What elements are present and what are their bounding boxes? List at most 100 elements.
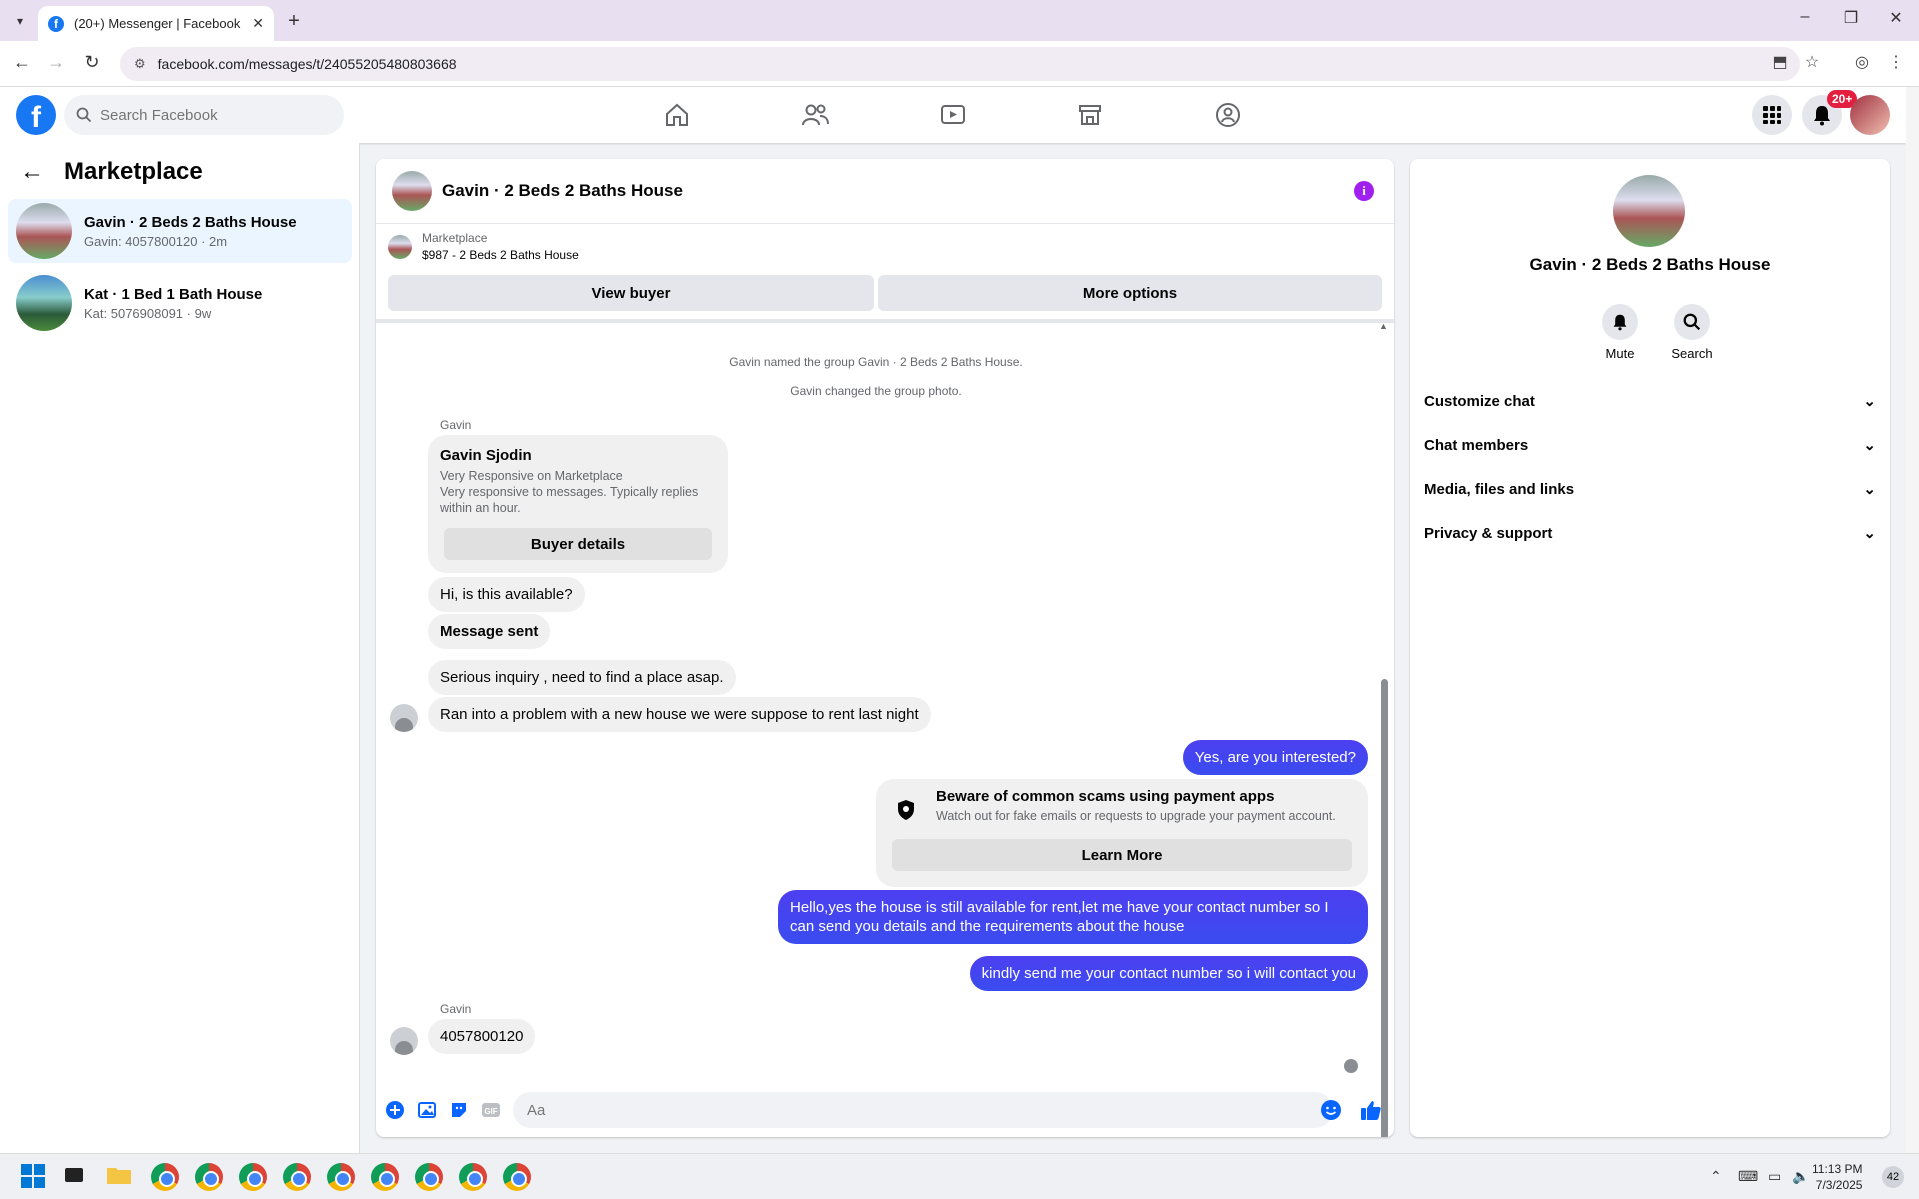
close-tab-icon[interactable]: ✕ [252, 15, 264, 32]
browser-tab-bar: ▾ f (20+) Messenger | Facebook ✕ + – ❐ ✕ [0, 0, 1919, 41]
plus-actions-icon[interactable] [384, 1099, 406, 1121]
site-info-icon[interactable]: ⚙ [134, 56, 146, 72]
chat-title[interactable]: Gavin · 2 Beds 2 Baths House [442, 181, 683, 201]
chrome-icon[interactable] [239, 1163, 267, 1191]
home-icon[interactable] [659, 97, 695, 133]
emoji-icon[interactable] [1320, 1099, 1342, 1121]
close-window-icon[interactable]: ✕ [1884, 8, 1908, 28]
chrome-icon[interactable] [151, 1163, 179, 1191]
message-composer: GIF [376, 1087, 1394, 1137]
tab-search-icon[interactable]: ▾ [8, 9, 32, 33]
install-app-icon[interactable]: ⬒ [1768, 52, 1792, 72]
scroll-up-icon[interactable]: ▲ [1379, 321, 1388, 331]
browser-tab[interactable]: f (20+) Messenger | Facebook ✕ [38, 6, 274, 41]
bookmark-star-icon[interactable]: ☆ [1800, 52, 1824, 72]
mute-action[interactable]: Mute [1590, 304, 1650, 361]
message-bubble: Ran into a problem with a new house we w… [428, 697, 931, 732]
message-bubble: Message sent [428, 614, 551, 649]
section-label: Media, files and links [1424, 480, 1575, 498]
tray-chevron-up-icon[interactable]: ⌃ [1710, 1168, 1722, 1185]
photo-icon[interactable] [416, 1099, 438, 1121]
menu-grid-icon[interactable] [1752, 95, 1792, 135]
chrome-icon-active[interactable] [415, 1163, 443, 1191]
buyer-line1: Very Responsive on Marketplace [440, 469, 623, 483]
scam-title: Beware of common scams using payment app… [936, 788, 1275, 805]
conversation-subtitle: Gavin: 4057800120 · 2m [84, 233, 228, 249]
conversation-item-kat[interactable]: Kat · 1 Bed 1 Bath House Kat: 5076908091… [8, 271, 352, 335]
chrome-icon[interactable] [371, 1163, 399, 1191]
section-label: Chat members [1424, 436, 1529, 454]
friends-icon[interactable] [797, 97, 833, 133]
listing-title[interactable]: $987 - 2 Beds 2 Baths House [422, 248, 579, 262]
section-privacy-support[interactable]: Privacy & support ⌄ [1424, 513, 1876, 553]
omnibox[interactable]: ⚙ facebook.com/messages/t/24055205480803… [120, 47, 1800, 81]
chrome-icon[interactable] [503, 1163, 531, 1191]
section-label: Customize chat [1424, 392, 1535, 410]
sender-avatar[interactable] [390, 1027, 418, 1055]
chat-scrollbar[interactable]: ▲ ▼ [1378, 319, 1390, 1137]
section-chat-members[interactable]: Chat members ⌄ [1424, 425, 1876, 465]
my-message-bubble: Hello,yes the house is still available f… [778, 890, 1368, 944]
search-action[interactable]: Search [1662, 304, 1722, 361]
back-icon[interactable]: ← [10, 52, 34, 73]
account-avatar[interactable] [1850, 95, 1890, 135]
message-bubble: Serious inquiry , need to find a place a… [428, 660, 736, 695]
view-buyer-button[interactable]: View buyer [388, 275, 874, 311]
learn-more-button[interactable]: Learn More [892, 839, 1352, 871]
profile-icon[interactable]: ◎ [1850, 52, 1874, 72]
notification-count-badge[interactable]: 42 [1882, 1166, 1904, 1188]
groups-icon[interactable] [1210, 97, 1246, 133]
sticker-icon[interactable] [448, 1099, 470, 1121]
new-tab-icon[interactable]: + [282, 9, 306, 33]
system-clock[interactable]: 11:13 PM 7/3/2025 [1812, 1161, 1862, 1193]
bell-icon[interactable] [1602, 304, 1638, 340]
page-scrollbar[interactable] [1906, 87, 1919, 1153]
mute-label: Mute [1605, 346, 1635, 361]
search-label: Search [1671, 346, 1713, 361]
chrome-icon[interactable] [459, 1163, 487, 1191]
buyer-details-button[interactable]: Buyer details [444, 528, 712, 560]
chrome-icon[interactable] [195, 1163, 223, 1191]
keyboard-icon[interactable]: ⌨ [1738, 1168, 1758, 1185]
chat-header: Gavin · 2 Beds 2 Baths House i [376, 159, 1394, 224]
minimize-icon[interactable]: – [1793, 8, 1817, 26]
volume-icon[interactable]: 🔈 [1792, 1168, 1809, 1185]
file-explorer-icon[interactable] [106, 1163, 134, 1191]
chevron-down-icon: ⌄ [1863, 393, 1876, 410]
conversation-title: Gavin · 2 Beds 2 Baths House [84, 213, 297, 231]
sender-avatar[interactable] [390, 704, 418, 732]
task-view-icon[interactable] [62, 1163, 90, 1191]
conversation-item-gavin[interactable]: Gavin · 2 Beds 2 Baths House Gavin: 4057… [8, 199, 352, 263]
message-input[interactable] [513, 1092, 1333, 1128]
chrome-icon[interactable] [327, 1163, 355, 1191]
chrome-icon[interactable] [283, 1163, 311, 1191]
chat-info-panel: Gavin · 2 Beds 2 Baths House Mute Search… [1410, 159, 1890, 1137]
group-photo[interactable] [1613, 175, 1685, 247]
thumbs-up-icon[interactable] [1360, 1099, 1382, 1121]
chat-avatar[interactable] [392, 171, 432, 211]
menu-kebab-icon[interactable]: ⋮ [1884, 52, 1908, 72]
gif-icon[interactable]: GIF [480, 1099, 502, 1121]
reload-icon[interactable]: ↻ [80, 52, 104, 73]
message-line: Hello,yes the house is still available f… [790, 899, 1329, 916]
section-customize-chat[interactable]: Customize chat ⌄ [1424, 381, 1876, 421]
more-options-button[interactable]: More options [878, 275, 1382, 311]
info-icon[interactable]: i [1354, 181, 1374, 201]
windows-start-icon[interactable] [20, 1163, 48, 1191]
network-icon[interactable]: ▭ [1768, 1168, 1781, 1185]
facebook-search-input[interactable] [100, 106, 320, 124]
back-arrow-icon[interactable]: ← [20, 158, 44, 186]
chat-scroll-thumb[interactable] [1381, 679, 1388, 1137]
listing-thumbnail[interactable] [388, 234, 412, 259]
video-icon[interactable] [935, 97, 971, 133]
group-name: Gavin · 2 Beds 2 Baths House [1529, 255, 1771, 274]
forward-icon[interactable]: → [44, 52, 68, 73]
facebook-search[interactable] [64, 95, 344, 135]
chevron-down-icon: ⌄ [1863, 481, 1876, 498]
search-icon[interactable] [1674, 304, 1710, 340]
restore-icon[interactable]: ❐ [1839, 8, 1863, 28]
section-media-files-links[interactable]: Media, files and links ⌄ [1424, 469, 1876, 509]
facebook-logo[interactable]: f [16, 95, 56, 135]
search-icon [76, 107, 92, 123]
marketplace-icon[interactable] [1072, 97, 1108, 133]
